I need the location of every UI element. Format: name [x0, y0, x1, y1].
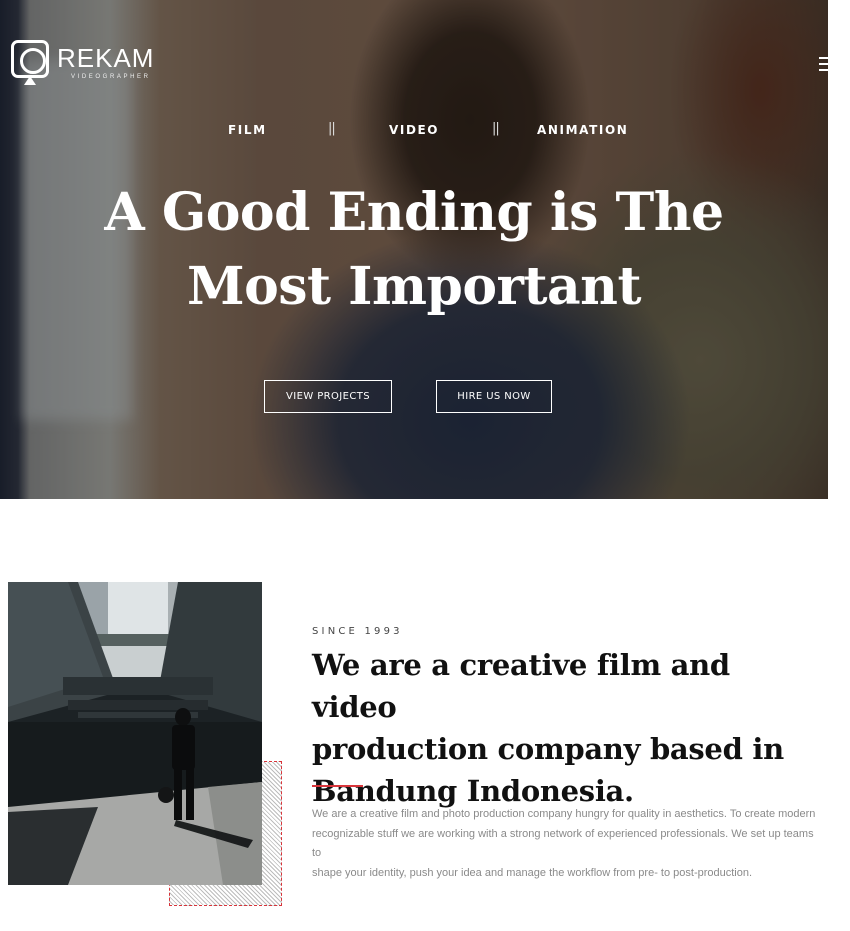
about-description-line: shape your identity, push your idea and …: [312, 866, 753, 879]
hero-banner: REKAM VIDEOGRAPHER FILM || VIDEO || ANIM…: [0, 0, 828, 499]
view-projects-button[interactable]: VIEW PROJECTS: [264, 380, 392, 413]
hero-title-line: Most Important: [187, 256, 641, 317]
about-title-line: We are a creative film and video: [312, 648, 730, 724]
since-eyebrow: SINCE 1993: [312, 626, 403, 637]
nav-film[interactable]: FILM: [228, 122, 267, 138]
hamburger-menu-icon[interactable]: [819, 57, 828, 73]
about-description: We are a creative film and photo product…: [312, 805, 817, 883]
nav-separator: ||: [492, 121, 500, 136]
camera-icon: [11, 40, 49, 78]
nav-animation[interactable]: ANIMATION: [537, 122, 628, 138]
hire-us-button[interactable]: HIRE US NOW: [436, 380, 552, 413]
nav-separator: ||: [328, 121, 336, 136]
about-description-line: We are a creative film and photo product…: [312, 808, 816, 820]
hero-title: A Good Ending is The Most Important: [0, 176, 828, 324]
about-title: We are a creative film and video product…: [312, 644, 812, 812]
about-photo: [8, 582, 262, 885]
about-title-line: production company based in: [312, 732, 784, 766]
brand-tagline: VIDEOGRAPHER: [71, 74, 151, 80]
brand-logo[interactable]: REKAM VIDEOGRAPHER: [11, 40, 161, 85]
accent-divider: [312, 785, 363, 787]
about-description-line: recognizable stuff we are working with a…: [312, 827, 814, 860]
brand-name: REKAM: [57, 43, 155, 73]
camera-stand-icon: [24, 76, 36, 85]
nav-video[interactable]: VIDEO: [389, 122, 439, 138]
hero-title-line: A Good Ending is The: [104, 182, 724, 243]
